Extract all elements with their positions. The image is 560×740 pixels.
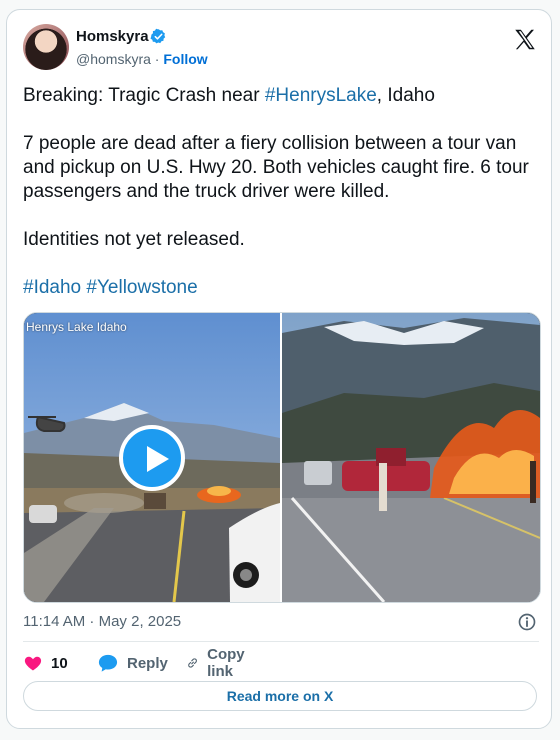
author-name[interactable]: Homskyra bbox=[76, 28, 149, 45]
media-images bbox=[24, 313, 540, 602]
like-count: 10 bbox=[51, 654, 68, 672]
video-caption: Henrys Lake Idaho bbox=[26, 320, 127, 334]
tweet-timestamp[interactable]: 11:14 AM · May 2, 2025 bbox=[23, 613, 181, 630]
divider bbox=[23, 641, 539, 642]
x-logo-icon[interactable] bbox=[512, 27, 538, 53]
author-handle[interactable]: @homskyra bbox=[76, 51, 151, 67]
media-grid: Henrys Lake Idaho bbox=[23, 312, 541, 603]
tweet-card: Homskyra @homskyra · Follow Breaking: Tr… bbox=[6, 9, 552, 729]
tweet-text: Breaking: Tragic Crash near #HenrysLake,… bbox=[23, 84, 541, 324]
tweet-body: 7 people are dead after a fiery collisio… bbox=[23, 133, 529, 202]
tweet-hashtags: #Idaho #Yellowstone bbox=[23, 276, 541, 300]
reply-button[interactable]: Reply bbox=[97, 651, 168, 675]
handle-line: @homskyra · Follow bbox=[76, 51, 208, 67]
play-icon bbox=[147, 446, 169, 472]
reply-bubble-icon bbox=[98, 654, 118, 672]
like-button[interactable]: 10 bbox=[23, 651, 68, 675]
follow-link[interactable]: Follow bbox=[163, 51, 207, 67]
crash-photo[interactable] bbox=[282, 313, 540, 602]
headline-text: Breaking: Tragic Crash near bbox=[23, 85, 265, 106]
play-button[interactable] bbox=[119, 425, 185, 491]
headline-suffix: , Idaho bbox=[376, 85, 435, 106]
read-more-button[interactable]: Read more on X bbox=[23, 681, 537, 711]
hashtag-yellowstone[interactable]: #Yellowstone bbox=[86, 277, 197, 298]
hashtag-henryslake[interactable]: #HenrysLake bbox=[265, 85, 377, 106]
avatar[interactable] bbox=[23, 24, 69, 70]
hashtag-idaho[interactable]: #Idaho bbox=[23, 277, 81, 298]
copy-link-button[interactable]: Copy link bbox=[186, 646, 252, 680]
copy-link-label: Copy link bbox=[207, 646, 245, 680]
verified-badge-icon bbox=[150, 28, 166, 44]
tweet-note: Identities not yet released. bbox=[23, 229, 245, 250]
heart-icon bbox=[24, 656, 42, 671]
reply-label: Reply bbox=[127, 654, 168, 672]
info-icon[interactable] bbox=[517, 612, 537, 632]
handle-separator: · bbox=[154, 51, 160, 67]
tweet-headline: Breaking: Tragic Crash near #HenrysLake,… bbox=[23, 84, 541, 108]
link-icon bbox=[188, 658, 197, 668]
